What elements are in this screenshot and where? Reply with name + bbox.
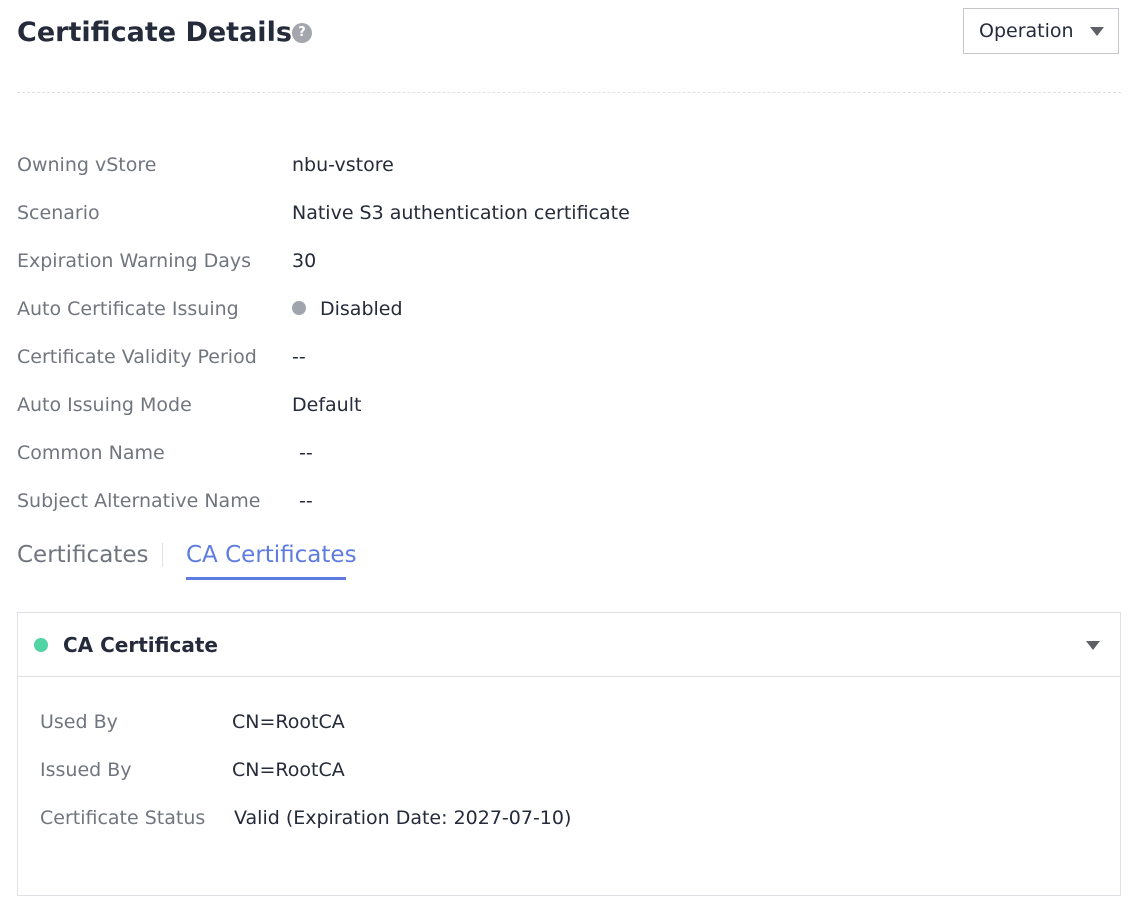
chevron-down-icon[interactable] xyxy=(1086,641,1100,650)
attr-label: Subject Alternative Name xyxy=(17,490,261,512)
attr-label: Owning vStore xyxy=(17,154,157,176)
cert-label: Used By xyxy=(40,711,118,733)
status-dot-icon xyxy=(34,638,48,652)
attr-value: -- xyxy=(292,346,306,368)
attr-label: Auto Issuing Mode xyxy=(17,394,192,416)
operation-dropdown-button[interactable]: Operation xyxy=(963,8,1119,54)
ca-certificate-panel-header[interactable]: CA Certificate xyxy=(18,613,1120,677)
status-dot-icon xyxy=(292,300,306,315)
active-tab-indicator xyxy=(186,577,346,580)
attr-value: 30 xyxy=(292,250,317,272)
tab-separator xyxy=(162,543,163,567)
attr-value: Default xyxy=(292,394,362,416)
attr-label: Expiration Warning Days xyxy=(17,250,252,272)
cert-label: Issued By xyxy=(40,759,132,781)
cert-value: CN=RootCA xyxy=(232,711,345,733)
attr-value: -- xyxy=(299,442,313,464)
operation-label: Operation xyxy=(979,20,1074,42)
tab-certificates[interactable]: Certificates xyxy=(17,537,148,579)
header-divider xyxy=(17,92,1121,93)
question-circle-icon[interactable]: ? xyxy=(292,23,312,43)
cert-value: CN=RootCA xyxy=(232,759,345,781)
attr-label: Auto Certificate Issuing xyxy=(17,298,239,320)
attr-value-status: Disabled xyxy=(292,296,403,322)
attr-value: Native S3 authentication certificate xyxy=(292,202,630,224)
attr-value: nbu-vstore xyxy=(292,154,394,176)
chevron-down-icon xyxy=(1090,27,1104,36)
page-title: Certificate Details xyxy=(17,17,292,48)
ca-certificate-panel: CA Certificate Used By CN=RootCA Issued … xyxy=(17,612,1121,896)
attr-label: Scenario xyxy=(17,202,100,224)
attr-value: -- xyxy=(299,490,313,512)
cert-label: Certificate Status xyxy=(40,807,206,829)
panel-title: CA Certificate xyxy=(63,633,218,657)
status-text: Disabled xyxy=(320,298,403,320)
cert-value: Valid (Expiration Date: 2027-07-10) xyxy=(234,807,572,829)
attr-label: Common Name xyxy=(17,442,165,464)
tab-ca-certificates[interactable]: CA Certificates xyxy=(186,537,357,579)
attr-label: Certificate Validity Period xyxy=(17,346,257,368)
